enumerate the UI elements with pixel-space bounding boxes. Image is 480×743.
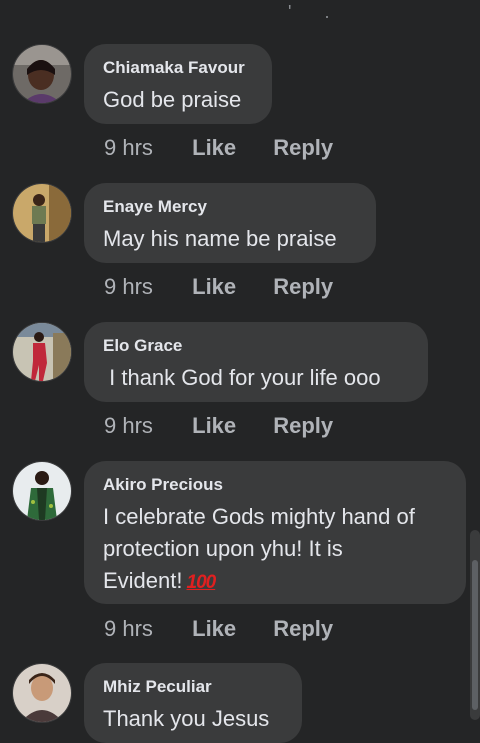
- comment-author[interactable]: Mhiz Peculiar: [103, 677, 282, 697]
- comment-bubble[interactable]: Elo Grace I thank God for your life ooo: [84, 322, 428, 402]
- like-button[interactable]: Like: [192, 135, 267, 161]
- comment-author[interactable]: Chiamaka Favour: [103, 58, 252, 78]
- comment-text: I celebrate Gods mighty hand of protecti…: [103, 501, 446, 599]
- avatar[interactable]: [12, 44, 72, 104]
- avatar[interactable]: [12, 183, 72, 243]
- comment-timestamp[interactable]: 9 hrs: [104, 413, 186, 439]
- comment-text: Thank you Jesus: [103, 706, 270, 731]
- scrollbar-thumb[interactable]: [472, 560, 478, 710]
- comment-actions: 9 hrs Like Reply: [104, 135, 333, 161]
- reply-button[interactable]: Reply: [273, 274, 333, 300]
- comment-author[interactable]: Elo Grace: [103, 336, 408, 356]
- comment-bubble[interactable]: Enaye Mercy May his name be praise: [84, 183, 376, 263]
- hundred-points-emoji-icon: 100: [186, 572, 217, 593]
- comment-timestamp[interactable]: 9 hrs: [104, 616, 186, 642]
- comment-bubble[interactable]: Mhiz Peculiar Thank you Jesus: [84, 663, 302, 743]
- comment-text: I thank God for your life ooo: [103, 365, 381, 390]
- previous-comment-fragment: ' .: [288, 2, 344, 22]
- avatar[interactable]: [12, 461, 72, 521]
- comment-author[interactable]: Akiro Precious: [103, 475, 446, 495]
- reply-button[interactable]: Reply: [273, 135, 333, 161]
- reply-button[interactable]: Reply: [273, 413, 333, 439]
- comment-text: God be praise: [103, 87, 242, 112]
- comment-actions: 9 hrs Like Reply: [104, 274, 333, 300]
- comment-actions: 9 hrs Like Reply: [104, 413, 333, 439]
- comment-bubble[interactable]: Akiro Precious I celebrate Gods mighty h…: [84, 461, 466, 604]
- comment-actions: 9 hrs Like Reply: [104, 616, 333, 642]
- like-button[interactable]: Like: [192, 274, 267, 300]
- reply-button[interactable]: Reply: [273, 616, 333, 642]
- comment-bubble[interactable]: Chiamaka Favour God be praise: [84, 44, 272, 124]
- comment-text: May his name be praise: [103, 226, 337, 251]
- comment-author[interactable]: Enaye Mercy: [103, 197, 356, 217]
- like-button[interactable]: Like: [192, 413, 267, 439]
- comment-text-body: I celebrate Gods mighty hand of protecti…: [103, 504, 415, 593]
- avatar[interactable]: [12, 663, 72, 723]
- comment-timestamp[interactable]: 9 hrs: [104, 135, 186, 161]
- like-button[interactable]: Like: [192, 616, 267, 642]
- avatar[interactable]: [12, 322, 72, 382]
- comment-timestamp[interactable]: 9 hrs: [104, 274, 186, 300]
